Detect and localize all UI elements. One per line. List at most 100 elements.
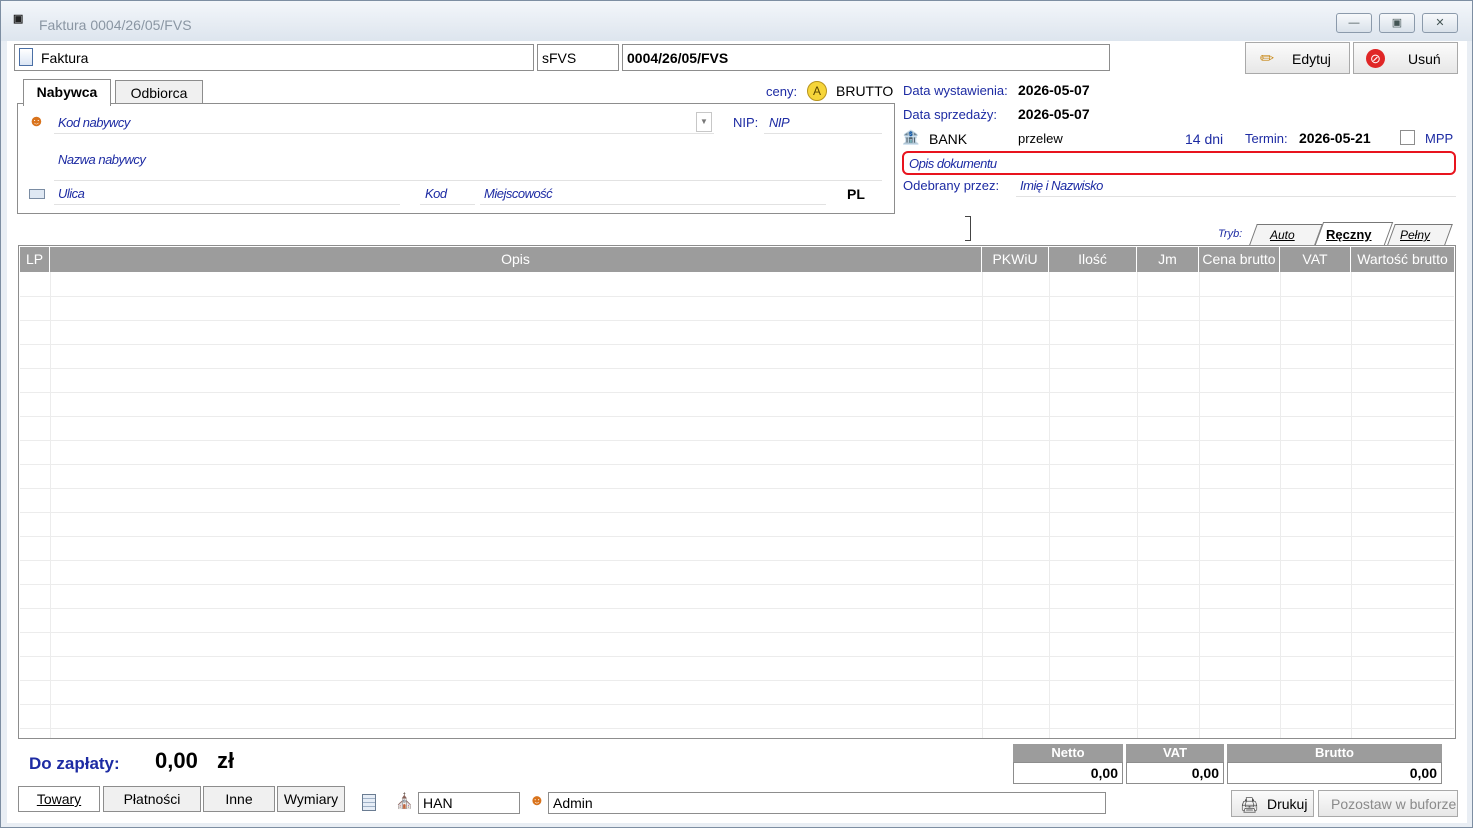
street-input[interactable]: Ulica bbox=[58, 186, 85, 201]
column-unit[interactable]: Jm bbox=[1137, 247, 1199, 272]
received-by-input[interactable]: Imię i Nazwisko bbox=[1020, 178, 1103, 193]
tab-items[interactable]: Towary bbox=[18, 786, 100, 812]
column-vat[interactable]: VAT bbox=[1280, 247, 1351, 272]
table-row[interactable] bbox=[20, 392, 1454, 393]
delete-icon: ⊘ bbox=[1366, 49, 1385, 68]
keep-in-buffer-button[interactable]: Pozostaw w buforze bbox=[1318, 790, 1458, 817]
print-button[interactable]: 🖨 Drukuj bbox=[1231, 790, 1314, 817]
city-input[interactable]: Miejscowość bbox=[484, 186, 553, 201]
table-row[interactable] bbox=[20, 536, 1454, 537]
column-gross-value[interactable]: Wartość brutto bbox=[1351, 247, 1454, 272]
table-row[interactable] bbox=[20, 440, 1454, 441]
pencil-icon: ✏ bbox=[1260, 49, 1275, 68]
tab-buyer[interactable]: Nabywca bbox=[23, 79, 111, 106]
buyer-code-input[interactable]: Kod nabywcy bbox=[58, 115, 130, 130]
warehouse-field[interactable]: HAN bbox=[418, 792, 520, 814]
payment-days-value[interactable]: 14 dni bbox=[1185, 131, 1223, 147]
postcode-input[interactable]: Kod bbox=[425, 186, 447, 201]
print-label: Drukuj bbox=[1267, 796, 1308, 812]
column-separator bbox=[1049, 272, 1050, 738]
vat-value: 0,00 bbox=[1126, 762, 1224, 784]
minimize-button[interactable]: — bbox=[1336, 13, 1372, 33]
mode-tab-manual-label: Ręczny bbox=[1326, 227, 1372, 242]
window-title: Faktura 0004/26/05/FVS bbox=[39, 17, 192, 33]
invoice-window: ▣ Faktura 0004/26/05/FVS — ▣ ✕ Faktura s… bbox=[0, 0, 1473, 828]
table-row[interactable] bbox=[20, 320, 1454, 321]
splitter-handle[interactable] bbox=[965, 216, 971, 241]
maximize-button[interactable]: ▣ bbox=[1379, 13, 1415, 33]
payment-method-value[interactable]: przelew bbox=[1018, 131, 1063, 146]
series-value: sFVS bbox=[542, 50, 577, 66]
table-row[interactable] bbox=[20, 296, 1454, 297]
user-icon: ☻ bbox=[529, 792, 545, 809]
tab-payments[interactable]: Płatności bbox=[103, 786, 201, 812]
table-row[interactable] bbox=[20, 584, 1454, 585]
table-row[interactable] bbox=[20, 704, 1454, 705]
close-button[interactable]: ✕ bbox=[1422, 13, 1458, 33]
description-field[interactable]: Opis dokumentu bbox=[902, 151, 1456, 175]
tab-other[interactable]: Inne bbox=[203, 786, 275, 812]
table-row[interactable] bbox=[20, 512, 1454, 513]
column-quantity[interactable]: Ilość bbox=[1049, 247, 1137, 272]
tab-dimensions[interactable]: Wymiary bbox=[277, 786, 345, 812]
edit-button[interactable]: ✏ Edytuj bbox=[1245, 42, 1350, 74]
to-pay-currency: zł bbox=[217, 748, 235, 773]
delete-label: Usuń bbox=[1408, 51, 1441, 67]
mpp-checkbox[interactable] bbox=[1400, 130, 1415, 145]
column-lp[interactable]: LP bbox=[20, 247, 50, 272]
printer-icon: 🖨 bbox=[1240, 797, 1260, 814]
column-pkwiu[interactable]: PKWiU bbox=[982, 247, 1049, 272]
received-by-label: Odebrany przez: bbox=[903, 178, 1000, 193]
document-number-field[interactable]: 0004/26/05/FVS bbox=[622, 44, 1110, 71]
tab-receiver[interactable]: Odbiorca bbox=[115, 80, 203, 105]
to-pay-label: Do zapłaty: bbox=[29, 754, 120, 773]
brutto-value: 0,00 bbox=[1227, 762, 1442, 784]
nip-input[interactable]: NIP bbox=[769, 115, 790, 130]
table-row[interactable] bbox=[20, 608, 1454, 609]
to-pay-value: 0,00 bbox=[155, 748, 198, 773]
mode-label: Tryb: bbox=[1218, 228, 1243, 240]
column-description[interactable]: Opis bbox=[50, 247, 982, 272]
bank-account-value[interactable]: BANK bbox=[929, 131, 967, 147]
chevron-down-icon[interactable]: ▼ bbox=[696, 112, 712, 132]
table-row[interactable] bbox=[20, 416, 1454, 417]
document-number-value: 0004/26/05/FVS bbox=[627, 50, 729, 66]
table-row[interactable] bbox=[20, 632, 1454, 633]
issue-date-label: Data wystawienia: bbox=[903, 83, 1008, 98]
buyer-panel: ☻ Kod nabywcy ▼ NIP: NIP Nazwa nabywcy U… bbox=[17, 103, 895, 214]
document-type-value: Faktura bbox=[41, 50, 89, 66]
buyer-name-input[interactable]: Nazwa nabywcy bbox=[58, 152, 146, 167]
table-row[interactable] bbox=[20, 368, 1454, 369]
table-row[interactable] bbox=[20, 560, 1454, 561]
document-icon bbox=[19, 48, 33, 66]
table-row[interactable] bbox=[20, 344, 1454, 345]
brutto-header: Brutto bbox=[1227, 744, 1442, 762]
table-row[interactable] bbox=[20, 728, 1454, 729]
series-field[interactable]: sFVS bbox=[537, 44, 619, 71]
sale-date-value[interactable]: 2026-05-07 bbox=[1018, 106, 1090, 122]
document-type-field[interactable]: Faktura bbox=[14, 44, 534, 71]
warehouse-value: HAN bbox=[423, 795, 453, 811]
column-gross-price[interactable]: Cena brutto bbox=[1199, 247, 1280, 272]
user-value: Admin bbox=[553, 795, 593, 811]
price-mode-badge[interactable]: A bbox=[807, 81, 827, 101]
delete-button[interactable]: ⊘ Usuń bbox=[1353, 42, 1458, 74]
grid-header: LP Opis PKWiU Ilość Jm Cena brutto VAT W… bbox=[20, 247, 1454, 272]
due-date-label: Termin: bbox=[1245, 131, 1288, 146]
table-row[interactable] bbox=[20, 464, 1454, 465]
column-separator bbox=[1280, 272, 1281, 738]
app-icon[interactable]: ▣ bbox=[13, 12, 23, 25]
user-field[interactable]: Admin bbox=[548, 792, 1106, 814]
title-bar: ▣ Faktura 0004/26/05/FVS — ▣ ✕ bbox=[1, 1, 1472, 41]
column-separator bbox=[1199, 272, 1200, 738]
due-date-value[interactable]: 2026-05-21 bbox=[1299, 130, 1371, 146]
calendar-icon[interactable] bbox=[362, 794, 376, 811]
issue-date-value[interactable]: 2026-05-07 bbox=[1018, 82, 1090, 98]
country-code[interactable]: PL bbox=[847, 186, 865, 202]
table-row[interactable] bbox=[20, 680, 1454, 681]
table-row[interactable] bbox=[20, 656, 1454, 657]
table-row[interactable] bbox=[20, 488, 1454, 489]
column-separator bbox=[1137, 272, 1138, 738]
items-grid[interactable]: LP Opis PKWiU Ilość Jm Cena brutto VAT W… bbox=[18, 245, 1456, 739]
column-separator bbox=[982, 272, 983, 738]
